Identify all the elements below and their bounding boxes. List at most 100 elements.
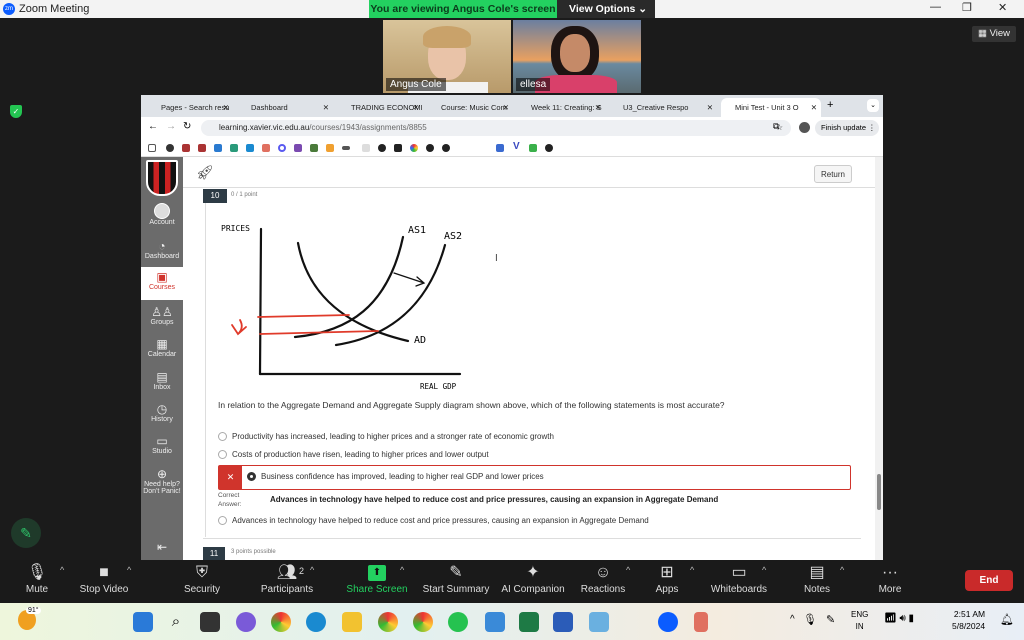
bookmark-icon[interactable]: [246, 144, 254, 152]
close-tab-icon[interactable]: ✕: [223, 98, 229, 117]
rocket-icon[interactable]: 🚀︎: [196, 164, 214, 181]
toolbar-caret-icon[interactable]: ^: [762, 565, 766, 575]
radio-button[interactable]: [218, 516, 227, 526]
bookmark-icon[interactable]: [166, 144, 174, 152]
bookmark-icon[interactable]: [214, 144, 222, 152]
video-tile-angus[interactable]: Angus Cole: [383, 20, 511, 93]
photos-icon[interactable]: [485, 612, 505, 632]
snipping-tool-icon[interactable]: [694, 612, 708, 632]
file-explorer-icon[interactable]: [342, 612, 362, 632]
scrollbar[interactable]: [875, 157, 883, 560]
answer-option[interactable]: Productivity has increased, leading to h…: [218, 432, 554, 442]
tab[interactable]: Dashboard ✕: [237, 98, 333, 117]
extensions-icon[interactable]: ⧉: [773, 121, 779, 132]
bookmark-icon[interactable]: [529, 144, 537, 152]
annotate-pencil-button[interactable]: ✎: [11, 518, 41, 548]
radio-button[interactable]: [218, 432, 227, 442]
finish-update-button[interactable]: Finish update ⋮: [815, 120, 879, 136]
selected-wrong-answer[interactable]: ✕ Business confidence has improved, lead…: [218, 465, 851, 490]
excel-icon[interactable]: [519, 612, 539, 632]
chrome-icon[interactable]: [271, 612, 291, 632]
bookmark-icon[interactable]: [426, 144, 434, 152]
bookmark-icon[interactable]: [496, 144, 504, 152]
toolbar-caret-icon[interactable]: ^: [626, 565, 630, 575]
bookmark-icon[interactable]: V: [513, 141, 521, 152]
notification-bell-icon[interactable]: 🔔︎: [1000, 613, 1014, 626]
new-tab-button[interactable]: +: [827, 99, 833, 111]
bookmark-icon[interactable]: [378, 144, 386, 152]
tab-search-button[interactable]: ⌄: [867, 99, 879, 112]
tab-active[interactable]: Mini Test - Unit 3 O ✕: [721, 98, 821, 117]
pen-tray-icon[interactable]: ✎: [826, 613, 835, 626]
bookmark-icon[interactable]: [262, 144, 270, 152]
answer-option[interactable]: Costs of production have risen, leading …: [218, 450, 489, 460]
tab[interactable]: Pages - Search resu ✕: [147, 98, 233, 117]
toolbar-caret-icon[interactable]: ^: [840, 565, 844, 575]
back-button[interactable]: ←: [148, 121, 158, 132]
sidebar-item-account[interactable]: Account: [141, 203, 183, 226]
forward-button[interactable]: →: [166, 121, 176, 132]
mic-tray-icon[interactable]: 🎙︎: [803, 613, 817, 626]
view-options-button[interactable]: View Options ⌄: [557, 0, 655, 18]
view-button[interactable]: ▦ View: [972, 26, 1016, 42]
sidebar-item-history[interactable]: ◷ History: [141, 402, 183, 423]
close-tab-icon[interactable]: ✕: [503, 98, 509, 117]
start-button[interactable]: [133, 612, 153, 632]
close-button[interactable]: ✕: [998, 1, 1007, 14]
bookmark-icon[interactable]: [326, 144, 334, 152]
language-indicator[interactable]: ENG IN: [851, 609, 868, 633]
bookmark-icon[interactable]: [278, 144, 286, 152]
sidebar-item-dashboard[interactable]: ◔ Dashboard: [141, 239, 183, 260]
close-tab-icon[interactable]: ✕: [323, 98, 329, 117]
video-tile-ellesa[interactable]: ellesa: [513, 20, 641, 93]
bookmark-icon[interactable]: [362, 144, 370, 152]
reload-button[interactable]: ↻: [183, 121, 191, 132]
edge-icon[interactable]: [306, 612, 326, 632]
sidebar-item-groups[interactable]: ♙♙ Groups: [141, 305, 183, 326]
whatsapp-icon[interactable]: [448, 612, 468, 632]
bookmark-icon[interactable]: [545, 144, 553, 152]
bookmark-icon[interactable]: [342, 146, 350, 150]
bookmark-folder-icon[interactable]: [148, 144, 156, 152]
word-icon[interactable]: [553, 612, 573, 632]
toolbar-button-6[interactable]: ✦ AI Companion: [498, 562, 568, 595]
sidebar-item-help[interactable]: ⊕ Need help? Don't Panic!: [141, 467, 183, 495]
tab[interactable]: Week 11: Creating: S ✕: [517, 98, 605, 117]
clock[interactable]: 2:51 AM 5/8/2024: [952, 608, 985, 632]
tray-chevron-icon[interactable]: ^: [790, 614, 795, 625]
notepad-icon[interactable]: [589, 612, 609, 632]
toolbar-caret-icon[interactable]: ^: [400, 565, 404, 575]
bookmark-icon[interactable]: [182, 144, 190, 152]
close-tab-icon[interactable]: ✕: [413, 98, 419, 117]
search-icon[interactable]: ⌕: [166, 612, 186, 632]
bookmark-icon[interactable]: [410, 144, 418, 152]
sidebar-item-studio[interactable]: ▭ Studio: [141, 434, 183, 455]
collapse-nav-button[interactable]: ⇤: [141, 540, 183, 554]
end-meeting-button[interactable]: End: [965, 570, 1013, 591]
copilot-icon[interactable]: [236, 612, 256, 632]
chrome-profile-icon[interactable]: [413, 612, 433, 632]
return-button[interactable]: Return: [814, 165, 852, 183]
close-tab-icon[interactable]: ✕: [707, 98, 713, 117]
radio-button[interactable]: [218, 450, 227, 460]
toolbar-caret-icon[interactable]: ^: [690, 565, 694, 575]
sidebar-item-courses[interactable]: ▣ Courses: [141, 267, 183, 300]
tab[interactable]: U3_Creative Respo ✕: [609, 98, 717, 117]
close-tab-icon[interactable]: ✕: [811, 98, 817, 117]
bookmark-icon[interactable]: [230, 144, 238, 152]
toolbar-caret-icon[interactable]: ^: [310, 565, 314, 575]
bookmark-icon[interactable]: [294, 144, 302, 152]
minimize-button[interactable]: —: [930, 1, 941, 13]
bookmark-icon[interactable]: [442, 144, 450, 152]
chrome-profile-icon[interactable]: [378, 612, 398, 632]
toolbar-caret-icon[interactable]: ^: [127, 565, 131, 575]
toolbar-button-5[interactable]: ✎ Start Summary: [421, 562, 491, 595]
toolbar-button-2[interactable]: ⛨ Security: [167, 562, 237, 595]
bookmark-icon[interactable]: [198, 144, 206, 152]
toolbar-button-11[interactable]: ··· More: [855, 562, 925, 595]
bookmark-icon[interactable]: [310, 144, 318, 152]
encryption-shield-icon[interactable]: ✓: [10, 105, 22, 118]
sidebar-item-inbox[interactable]: ▤ Inbox: [141, 370, 183, 391]
radio-button-selected[interactable]: [247, 472, 256, 482]
bookmark-icon[interactable]: [394, 144, 402, 152]
